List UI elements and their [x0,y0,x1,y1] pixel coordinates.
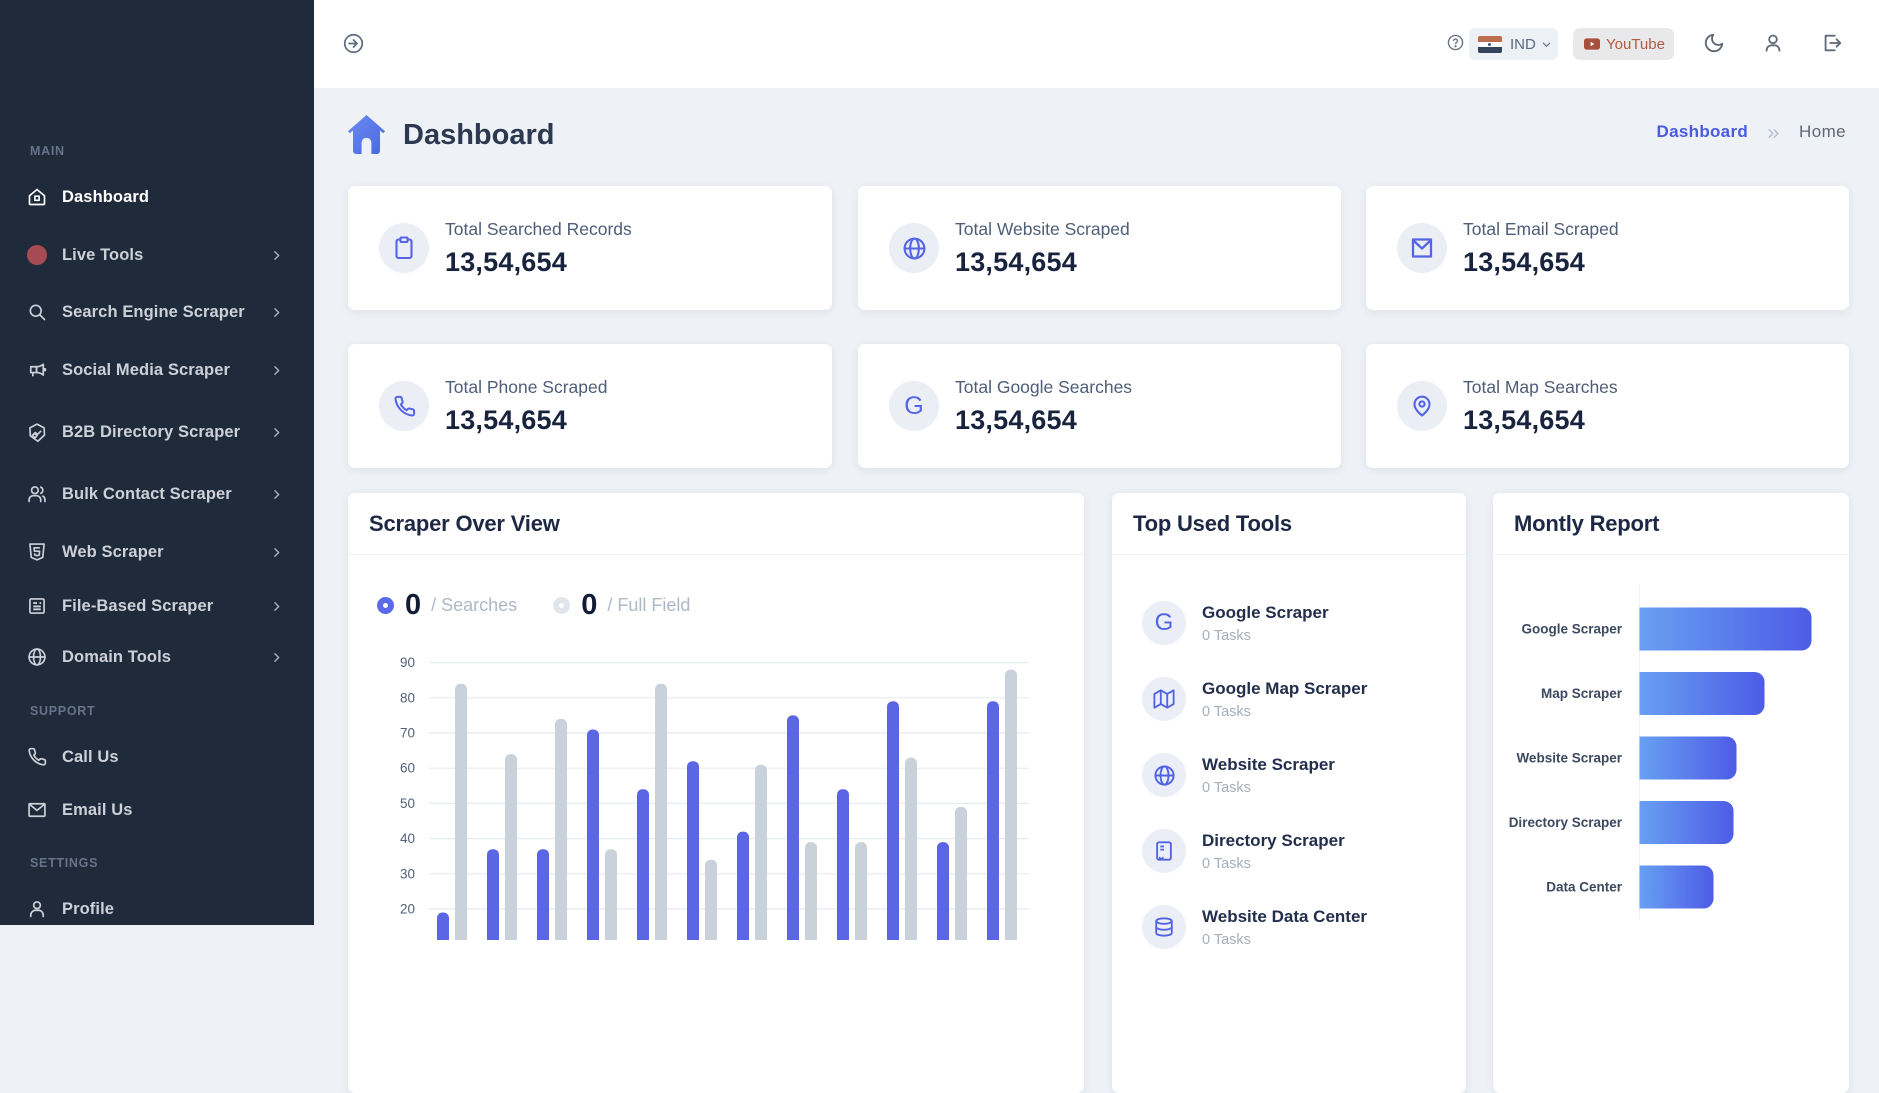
svg-text:70: 70 [400,726,415,741]
svg-text:50: 50 [400,796,415,811]
svg-text:Map Scraper: Map Scraper [1541,686,1623,701]
svg-text:Data Center: Data Center [1546,880,1623,895]
svg-text:80: 80 [400,690,415,705]
svg-text:30: 30 [400,866,415,881]
svg-text:Website Scraper: Website Scraper [1516,751,1622,766]
svg-text:20: 20 [400,902,415,917]
svg-text:Google Scraper: Google Scraper [1521,622,1622,637]
svg-text:40: 40 [400,831,415,846]
svg-text:Directory Scraper: Directory Scraper [1509,815,1623,830]
svg-text:60: 60 [400,761,415,776]
svg-text:90: 90 [400,655,415,670]
